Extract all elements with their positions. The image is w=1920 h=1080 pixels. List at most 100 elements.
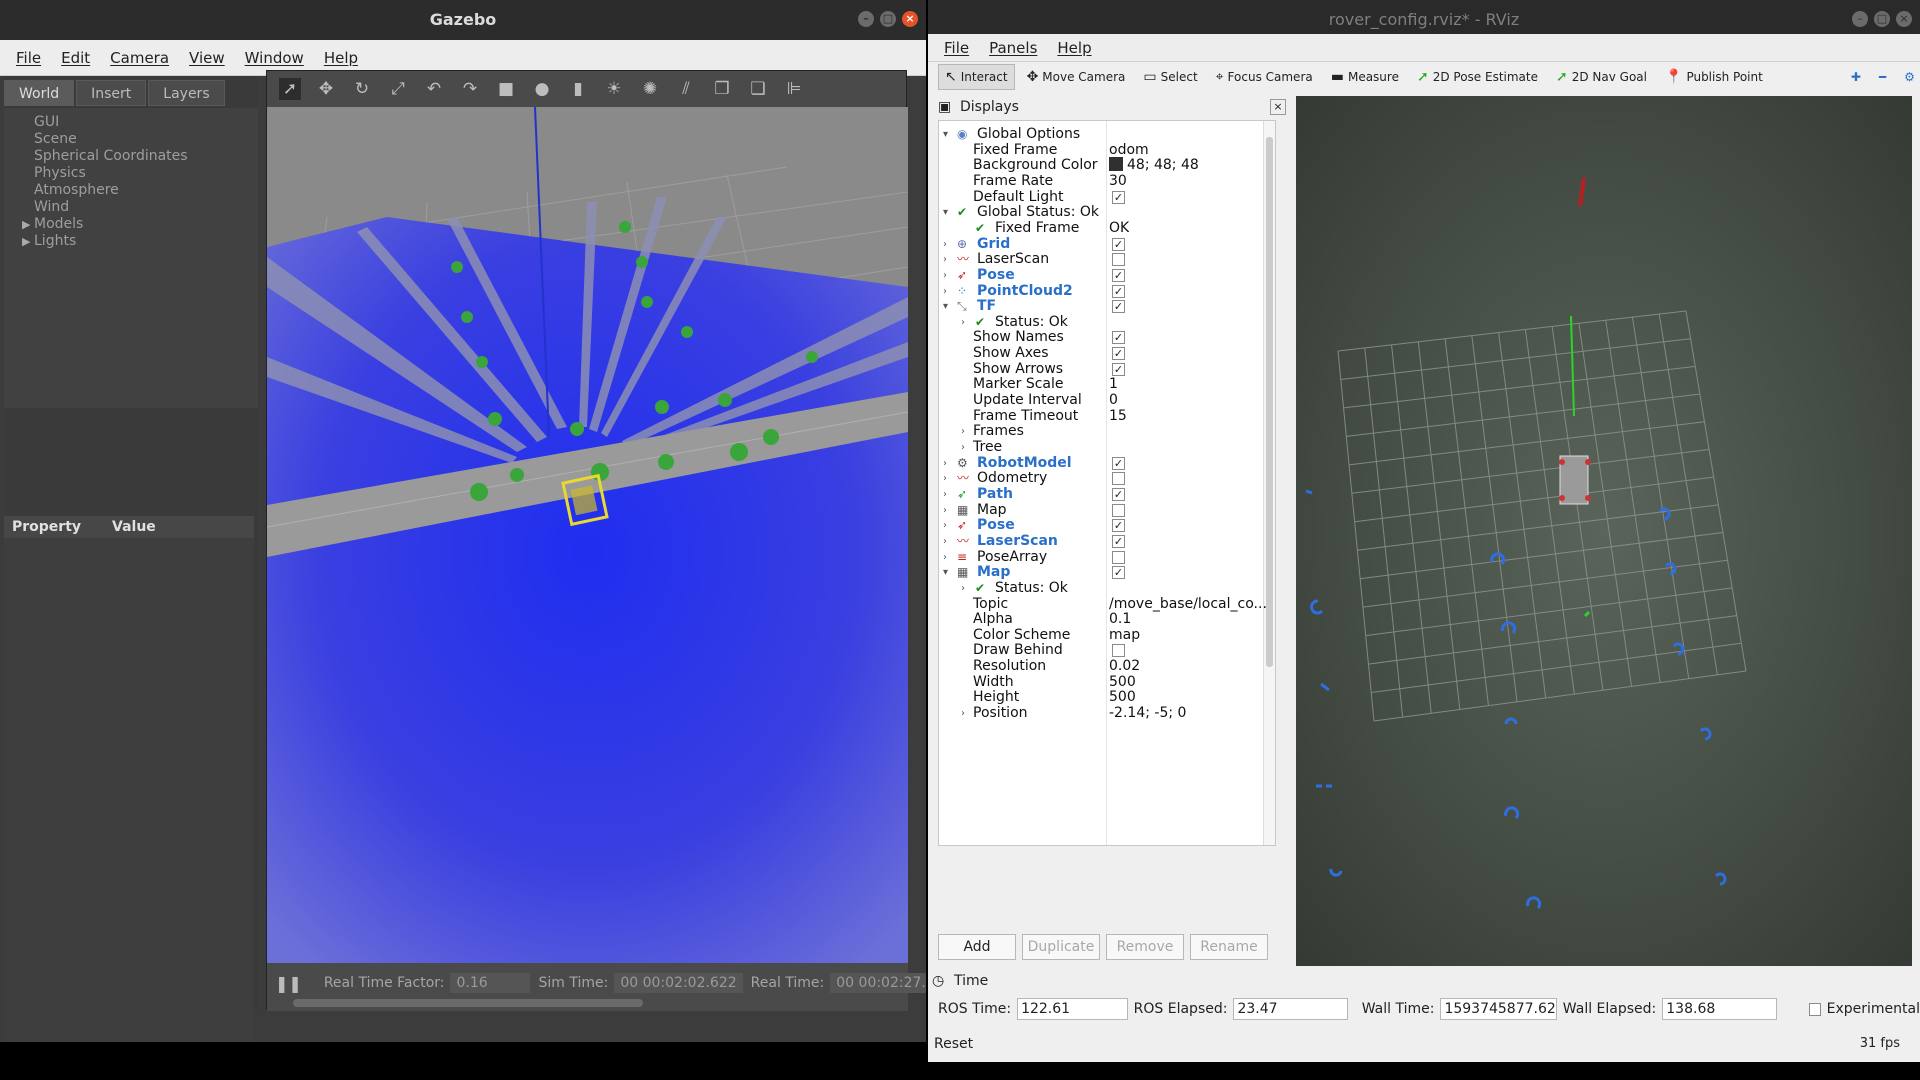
menu-file[interactable]: File [934, 39, 979, 57]
menu-panels[interactable]: Panels [979, 39, 1047, 57]
display-row-value[interactable]: -2.14; -5; 0 [1109, 704, 1186, 723]
close-button[interactable]: × [1896, 11, 1912, 27]
tree-item-spherical[interactable]: Spherical Coordinates [4, 148, 258, 165]
display-checkbox[interactable]: ✓ [1112, 347, 1125, 361]
maximize-button[interactable]: □ [880, 11, 896, 27]
display-checkbox[interactable]: ✓ [1112, 534, 1125, 548]
reset-button[interactable]: Reset [934, 1036, 973, 1052]
select-tool[interactable]: ▭ Select [1137, 65, 1203, 89]
sphere-icon[interactable]: ● [531, 78, 553, 100]
monitor-icon: ▣ [938, 99, 952, 115]
pointlight-icon[interactable]: ☀ [603, 78, 625, 100]
display-checkbox[interactable] [1112, 503, 1125, 517]
rviz-toolbar: ↖ Interact ✥ Move Camera ▭ Select ⌖ Focus Ca… [928, 62, 1920, 92]
pose-estimate-tool[interactable]: ➚ 2D Pose Estimate [1411, 65, 1544, 89]
tree-item-physics[interactable]: Physics [4, 165, 258, 182]
measure-tool[interactable]: ▬ Measure [1325, 65, 1405, 89]
display-checkbox[interactable]: ✓ [1112, 519, 1125, 533]
scale-icon[interactable]: ⤢ [387, 78, 409, 100]
tree-item-wind[interactable]: Wind [4, 199, 258, 216]
menu-file[interactable]: File [6, 49, 51, 67]
add-tool-button[interactable]: ✚ [1845, 66, 1867, 88]
close-button[interactable]: × [902, 11, 918, 27]
move-camera-tool[interactable]: ✥ Move Camera [1021, 65, 1132, 89]
interact-tool[interactable]: ↖ Interact [938, 64, 1015, 90]
remove-tool-button[interactable]: ━ [1873, 66, 1892, 88]
expand-arrow-icon[interactable]: › [961, 704, 965, 723]
tree-item-scene[interactable]: Scene [4, 131, 258, 148]
tree-item-lights[interactable]: ▶ Lights [4, 233, 258, 250]
rotate-icon[interactable]: ↻ [351, 78, 373, 100]
tab-layers[interactable]: Layers [148, 80, 225, 106]
gazebo-statusbar: ❚❚ Real Time Factor: 0.16 Sim Time: 00 0… [267, 963, 926, 1011]
tool-settings-button[interactable]: ⚙ [1898, 66, 1920, 88]
display-row-label: Position [973, 705, 1028, 722]
display-checkbox[interactable]: ✓ [1112, 456, 1125, 470]
display-checkbox[interactable] [1112, 472, 1125, 486]
dirlight-icon[interactable]: ⫽ [675, 78, 697, 100]
undo-icon[interactable]: ↶ [423, 78, 445, 100]
display-checkbox[interactable]: ✓ [1112, 331, 1125, 345]
display-checkbox[interactable]: ✓ [1112, 268, 1125, 282]
menu-edit[interactable]: Edit [51, 49, 100, 67]
focus-camera-tool[interactable]: ⌖ Focus Camera [1210, 65, 1319, 89]
rename-button[interactable]: Rename [1190, 934, 1268, 960]
minimize-button[interactable]: – [1852, 11, 1868, 27]
tab-world[interactable]: World [4, 80, 75, 106]
align-icon[interactable]: ⊫ [783, 78, 805, 100]
ros-time-field[interactable]: 122.61 [1017, 998, 1128, 1020]
rviz-3d-view[interactable] [1296, 96, 1912, 966]
tree-item-atmosphere[interactable]: Atmosphere [4, 182, 258, 199]
horizontal-scrollbar[interactable] [293, 999, 643, 1007]
close-panel-icon[interactable]: × [1270, 99, 1286, 115]
display-checkbox[interactable]: ✓ [1112, 237, 1125, 251]
menu-window[interactable]: Window [235, 49, 314, 67]
crosshair-icon: ⌖ [1215, 69, 1224, 85]
pause-icon[interactable]: ❚❚ [275, 974, 302, 993]
remove-button[interactable]: Remove [1106, 934, 1184, 960]
display-checkbox[interactable]: ✓ [1112, 300, 1125, 314]
expand-arrow-icon[interactable]: ▶ [22, 233, 30, 250]
display-checkbox[interactable]: ✓ [1112, 190, 1125, 204]
add-button[interactable]: Add [938, 934, 1016, 960]
display-row[interactable]: › Position -2.14; -5; 0 [939, 704, 1269, 723]
experimental-checkbox[interactable] [1808, 1002, 1821, 1016]
menu-help[interactable]: Help [1047, 39, 1101, 57]
display-checkbox[interactable] [1112, 253, 1125, 267]
maximize-button[interactable]: □ [1874, 11, 1890, 27]
gazebo-toolbar: ➚ ✥ ↻ ⤢ ↶ ↷ ■ ● ▮ ☀ ✺ ⫽ ❐ ❏ ⊫ [267, 71, 906, 107]
wall-elapsed-field[interactable]: 138.68 [1662, 998, 1777, 1020]
minus-icon: ━ [1878, 70, 1887, 84]
ros-elapsed-field[interactable]: 23.47 [1233, 998, 1348, 1020]
time-panel: ◷ Time ROS Time: 122.61 ROS Elapsed: 23.… [928, 970, 1920, 1062]
tab-insert[interactable]: Insert [76, 80, 147, 106]
box-icon[interactable]: ■ [495, 78, 517, 100]
tree-item-gui[interactable]: GUI [4, 114, 258, 131]
display-checkbox[interactable]: ✓ [1112, 487, 1125, 501]
nav-goal-tool[interactable]: ➚ 2D Nav Goal [1550, 65, 1653, 89]
select-arrow-icon[interactable]: ➚ [279, 78, 301, 100]
copy-icon[interactable]: ❐ [711, 78, 733, 100]
menu-view[interactable]: View [179, 49, 235, 67]
tree-item-models[interactable]: ▶ Models [4, 216, 258, 233]
display-checkbox[interactable] [1112, 550, 1125, 564]
paste-icon[interactable]: ❏ [747, 78, 769, 100]
menu-camera[interactable]: Camera [100, 49, 179, 67]
display-checkbox[interactable] [1112, 644, 1125, 658]
display-checkbox[interactable]: ✓ [1112, 362, 1125, 376]
expand-arrow-icon[interactable]: ▶ [22, 216, 30, 233]
spotlight-icon[interactable]: ✺ [639, 78, 661, 100]
simulation-scene[interactable] [267, 107, 908, 963]
displays-tree[interactable]: ▾ ◉ Global Options Fixed Frame odom Backgroun… [938, 120, 1276, 846]
wall-time-field[interactable]: 1593745877.62 [1440, 998, 1557, 1020]
publish-point-tool[interactable]: 📍 Publish Point [1659, 65, 1769, 89]
duplicate-button[interactable]: Duplicate [1022, 934, 1100, 960]
display-checkbox[interactable]: ✓ [1112, 566, 1125, 580]
color-swatch[interactable] [1109, 157, 1123, 172]
redo-icon[interactable]: ↷ [459, 78, 481, 100]
minimize-button[interactable]: – [858, 11, 874, 27]
menu-help[interactable]: Help [314, 49, 368, 67]
translate-icon[interactable]: ✥ [315, 78, 337, 100]
display-checkbox[interactable]: ✓ [1112, 284, 1125, 298]
cylinder-icon[interactable]: ▮ [567, 78, 589, 100]
